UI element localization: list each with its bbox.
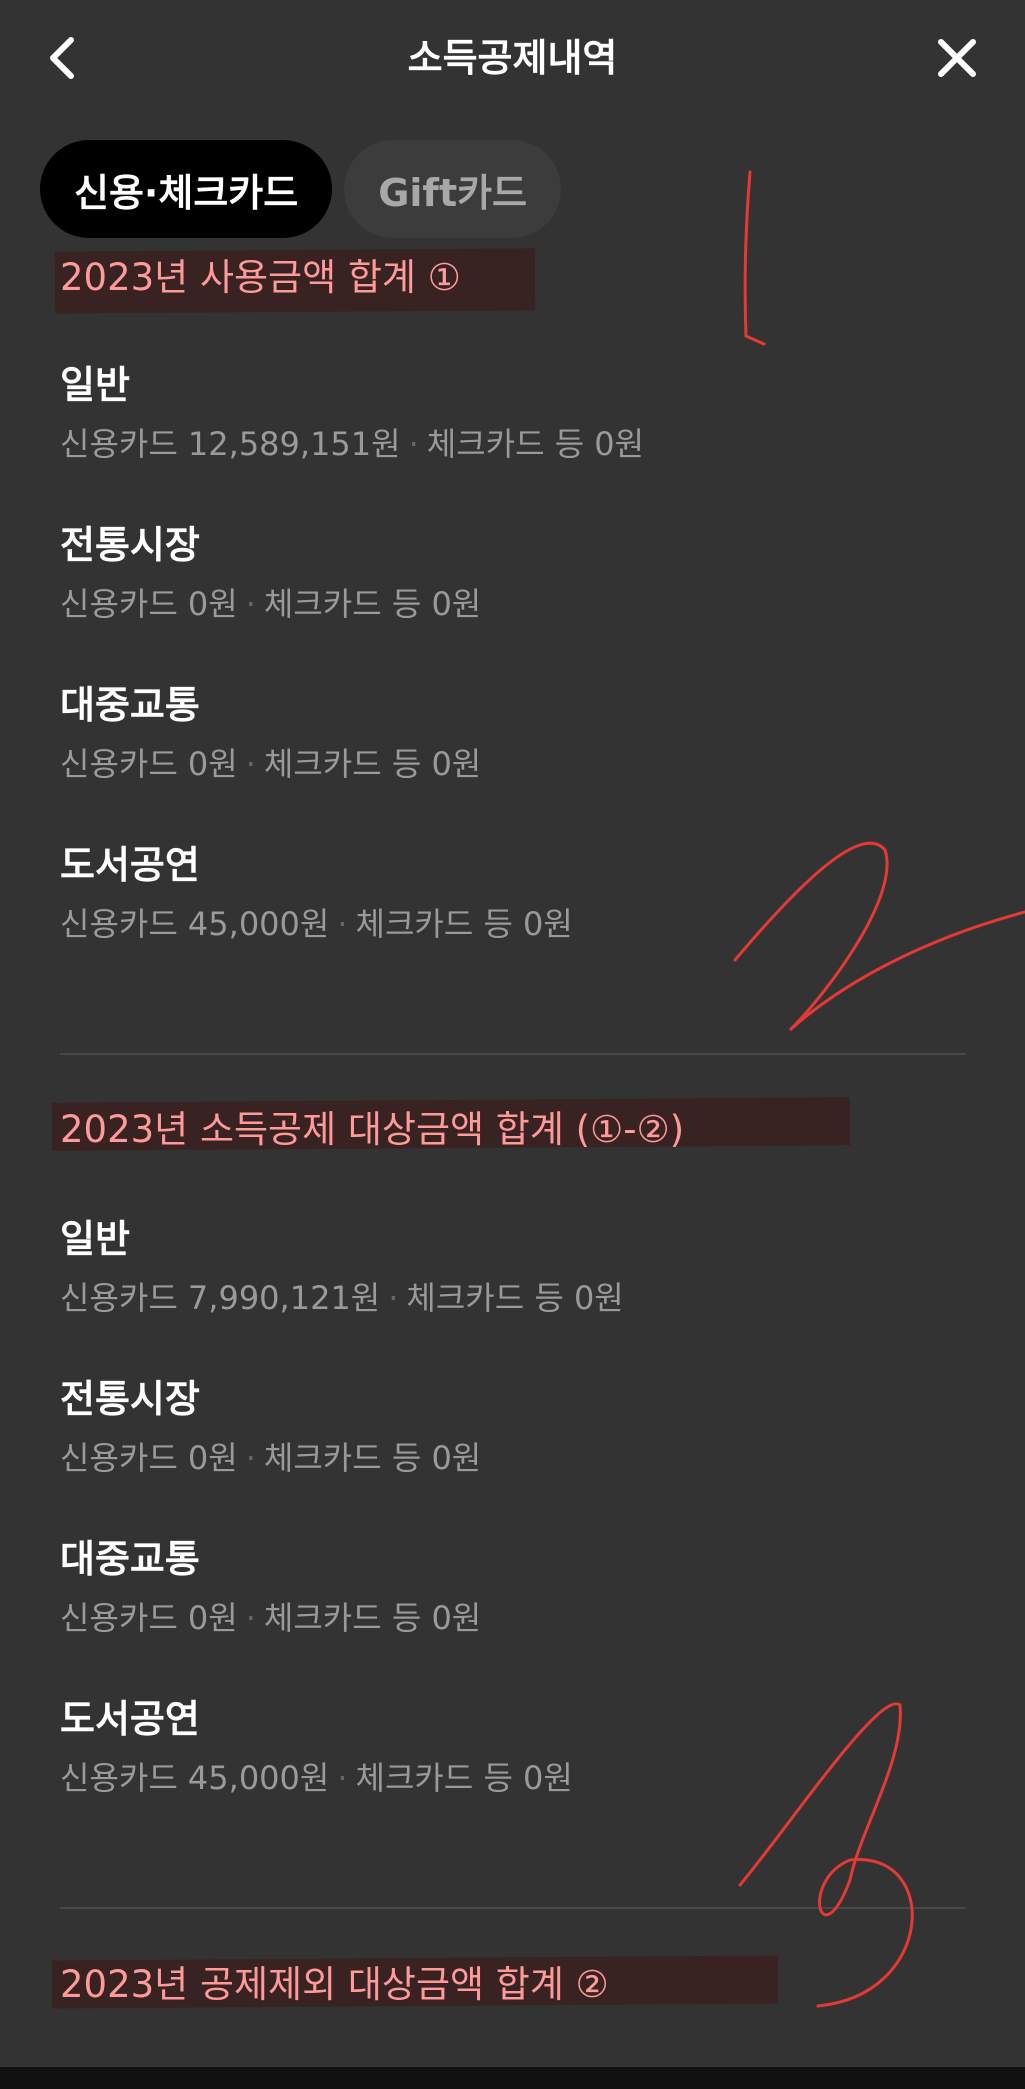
item-label: 대중교통 xyxy=(60,1537,200,1581)
check-amount: 체크카드 등 0원 xyxy=(263,585,482,623)
annotation-mark-1 xyxy=(743,170,766,346)
item-label: 일반 xyxy=(60,363,130,407)
close-icon xyxy=(938,39,976,77)
app-header: 소득공제내역 xyxy=(0,0,1025,120)
list-item: 도서공연 신용카드 45,000원 · 체크카드 등 0원 xyxy=(60,837,573,949)
section-title-usage-total: 2023년 사용금액 합계 ① xyxy=(60,256,461,299)
section-title-deductible-total: 2023년 소득공제 대상금액 합계 (①-②) xyxy=(60,1108,685,1151)
separator-dot: · xyxy=(245,585,256,623)
item-detail: 신용카드 45,000원 · 체크카드 등 0원 xyxy=(60,1753,573,1803)
annotation-mark-2 xyxy=(733,841,1025,1032)
item-detail: 신용카드 0원 · 체크카드 등 0원 xyxy=(60,579,481,629)
section-divider xyxy=(60,1053,966,1055)
check-amount: 체크카드 등 0원 xyxy=(355,905,573,943)
credit-amount: 신용카드 0원 xyxy=(60,585,238,623)
item-label: 도서공연 xyxy=(60,843,200,887)
check-amount: 체크카드 등 0원 xyxy=(263,1599,482,1637)
item-label: 전통시장 xyxy=(60,523,200,567)
credit-amount: 신용카드 12,589,151원 xyxy=(60,425,401,463)
credit-amount: 신용카드 7,990,121원 xyxy=(60,1279,381,1317)
page-title: 소득공제내역 xyxy=(407,36,618,80)
separator-dot: · xyxy=(388,1279,399,1317)
check-amount: 체크카드 등 0원 xyxy=(406,1279,624,1317)
item-detail: 신용카드 0원 · 체크카드 등 0원 xyxy=(60,739,481,789)
list-item: 대중교통 신용카드 0원 · 체크카드 등 0원 xyxy=(60,677,481,789)
card-type-tabs: 신용·체크카드 Gift카드 xyxy=(40,140,562,238)
check-amount: 체크카드 등 0원 xyxy=(263,745,482,783)
credit-amount: 신용카드 0원 xyxy=(60,1599,238,1637)
close-button[interactable] xyxy=(929,30,985,86)
item-detail: 신용카드 12,589,151원 · 체크카드 등 0원 xyxy=(60,419,644,469)
item-label: 일반 xyxy=(60,1217,130,1261)
separator-dot: · xyxy=(245,1439,256,1477)
item-label: 전통시장 xyxy=(60,1377,200,1421)
item-label: 도서공연 xyxy=(60,1697,200,1741)
section-divider xyxy=(60,1907,966,1909)
separator-dot: · xyxy=(245,1599,256,1637)
list-item: 일반 신용카드 7,990,121원 · 체크카드 등 0원 xyxy=(60,1211,624,1323)
separator-dot: · xyxy=(337,1759,348,1797)
separator-dot: · xyxy=(337,905,348,943)
check-amount: 체크카드 등 0원 xyxy=(426,425,645,463)
tab-gift-card[interactable]: Gift카드 xyxy=(344,140,562,238)
credit-amount: 신용카드 0원 xyxy=(60,745,238,783)
list-item: 전통시장 신용카드 0원 · 체크카드 등 0원 xyxy=(60,1371,481,1483)
item-detail: 신용카드 0원 · 체크카드 등 0원 xyxy=(60,1433,481,1483)
item-label: 대중교통 xyxy=(60,683,200,727)
list-item: 일반 신용카드 12,589,151원 · 체크카드 등 0원 xyxy=(60,357,644,469)
list-item: 도서공연 신용카드 45,000원 · 체크카드 등 0원 xyxy=(60,1691,573,1803)
item-detail: 신용카드 7,990,121원 · 체크카드 등 0원 xyxy=(60,1273,624,1323)
credit-amount: 신용카드 45,000원 xyxy=(60,905,330,943)
check-amount: 체크카드 등 0원 xyxy=(263,1439,482,1477)
check-amount: 체크카드 등 0원 xyxy=(355,1759,573,1797)
separator-dot: · xyxy=(245,745,256,783)
credit-amount: 신용카드 0원 xyxy=(60,1439,238,1477)
tab-credit-check-card[interactable]: 신용·체크카드 xyxy=(40,140,333,238)
list-item: 대중교통 신용카드 0원 · 체크카드 등 0원 xyxy=(60,1531,481,1643)
credit-amount: 신용카드 45,000원 xyxy=(60,1759,330,1797)
item-detail: 신용카드 0원 · 체크카드 등 0원 xyxy=(60,1593,481,1643)
separator-dot: · xyxy=(408,425,419,463)
section-title-excluded-total: 2023년 공제제외 대상금액 합계 ② xyxy=(60,1963,609,2006)
bottom-edge xyxy=(0,2067,1025,2089)
item-detail: 신용카드 45,000원 · 체크카드 등 0원 xyxy=(60,899,573,949)
list-item: 전통시장 신용카드 0원 · 체크카드 등 0원 xyxy=(60,517,481,629)
